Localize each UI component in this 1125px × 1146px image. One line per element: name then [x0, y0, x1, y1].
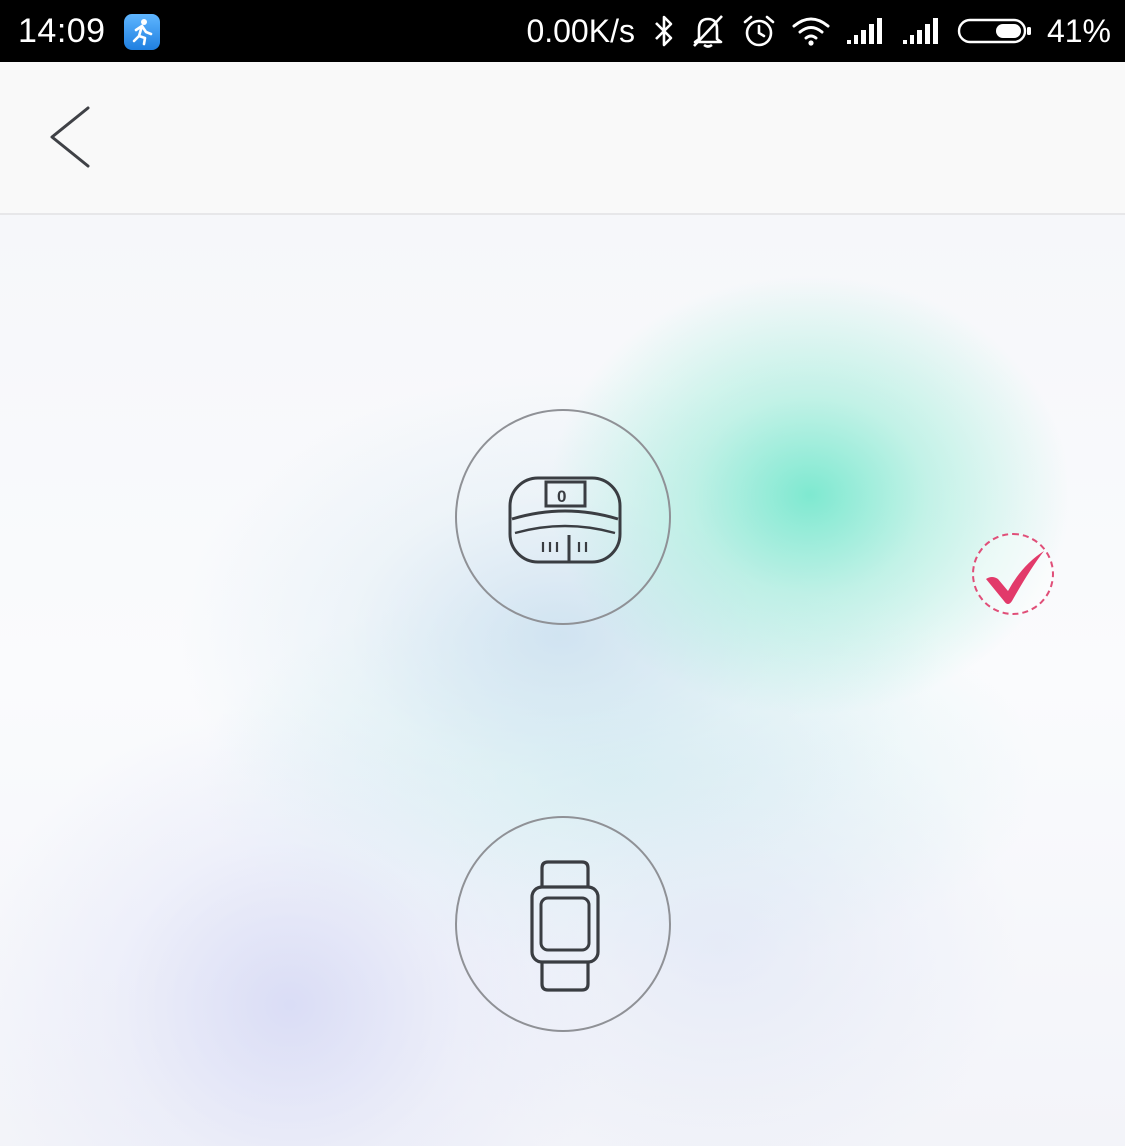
device-option-band[interactable]: 0 [455, 409, 671, 625]
fitness-band-icon: 0 [508, 476, 622, 564]
back-button[interactable] [30, 96, 110, 176]
wifi-icon [791, 14, 831, 48]
app-screen: 14:09 0.00K/s 41% 0 [0, 0, 1125, 1146]
battery-percent: 41% [1046, 13, 1111, 49]
smartwatch-icon [530, 860, 600, 992]
signal-icon [845, 16, 887, 46]
status-time: 14:09 [18, 12, 106, 50]
network-speed: 0.00K/s [526, 13, 635, 49]
notifications-off-icon [689, 13, 727, 49]
band-digit: 0 [557, 487, 566, 506]
alarm-icon [741, 13, 777, 49]
bluetooth-icon [653, 14, 675, 48]
battery-icon [957, 16, 1033, 46]
selected-checkmark [972, 533, 1054, 615]
app-running-icon [124, 14, 160, 50]
header-bar [0, 62, 1125, 215]
device-selection-area: 0 [0, 215, 1125, 1146]
signal-icon-2 [901, 16, 943, 46]
status-right-group: 0.00K/s 41% [526, 0, 1111, 62]
checkmark-icon [986, 551, 1044, 604]
device-option-watch[interactable] [455, 816, 671, 1032]
chevron-left-icon [50, 106, 90, 168]
status-bar: 14:09 0.00K/s 41% [0, 0, 1125, 62]
